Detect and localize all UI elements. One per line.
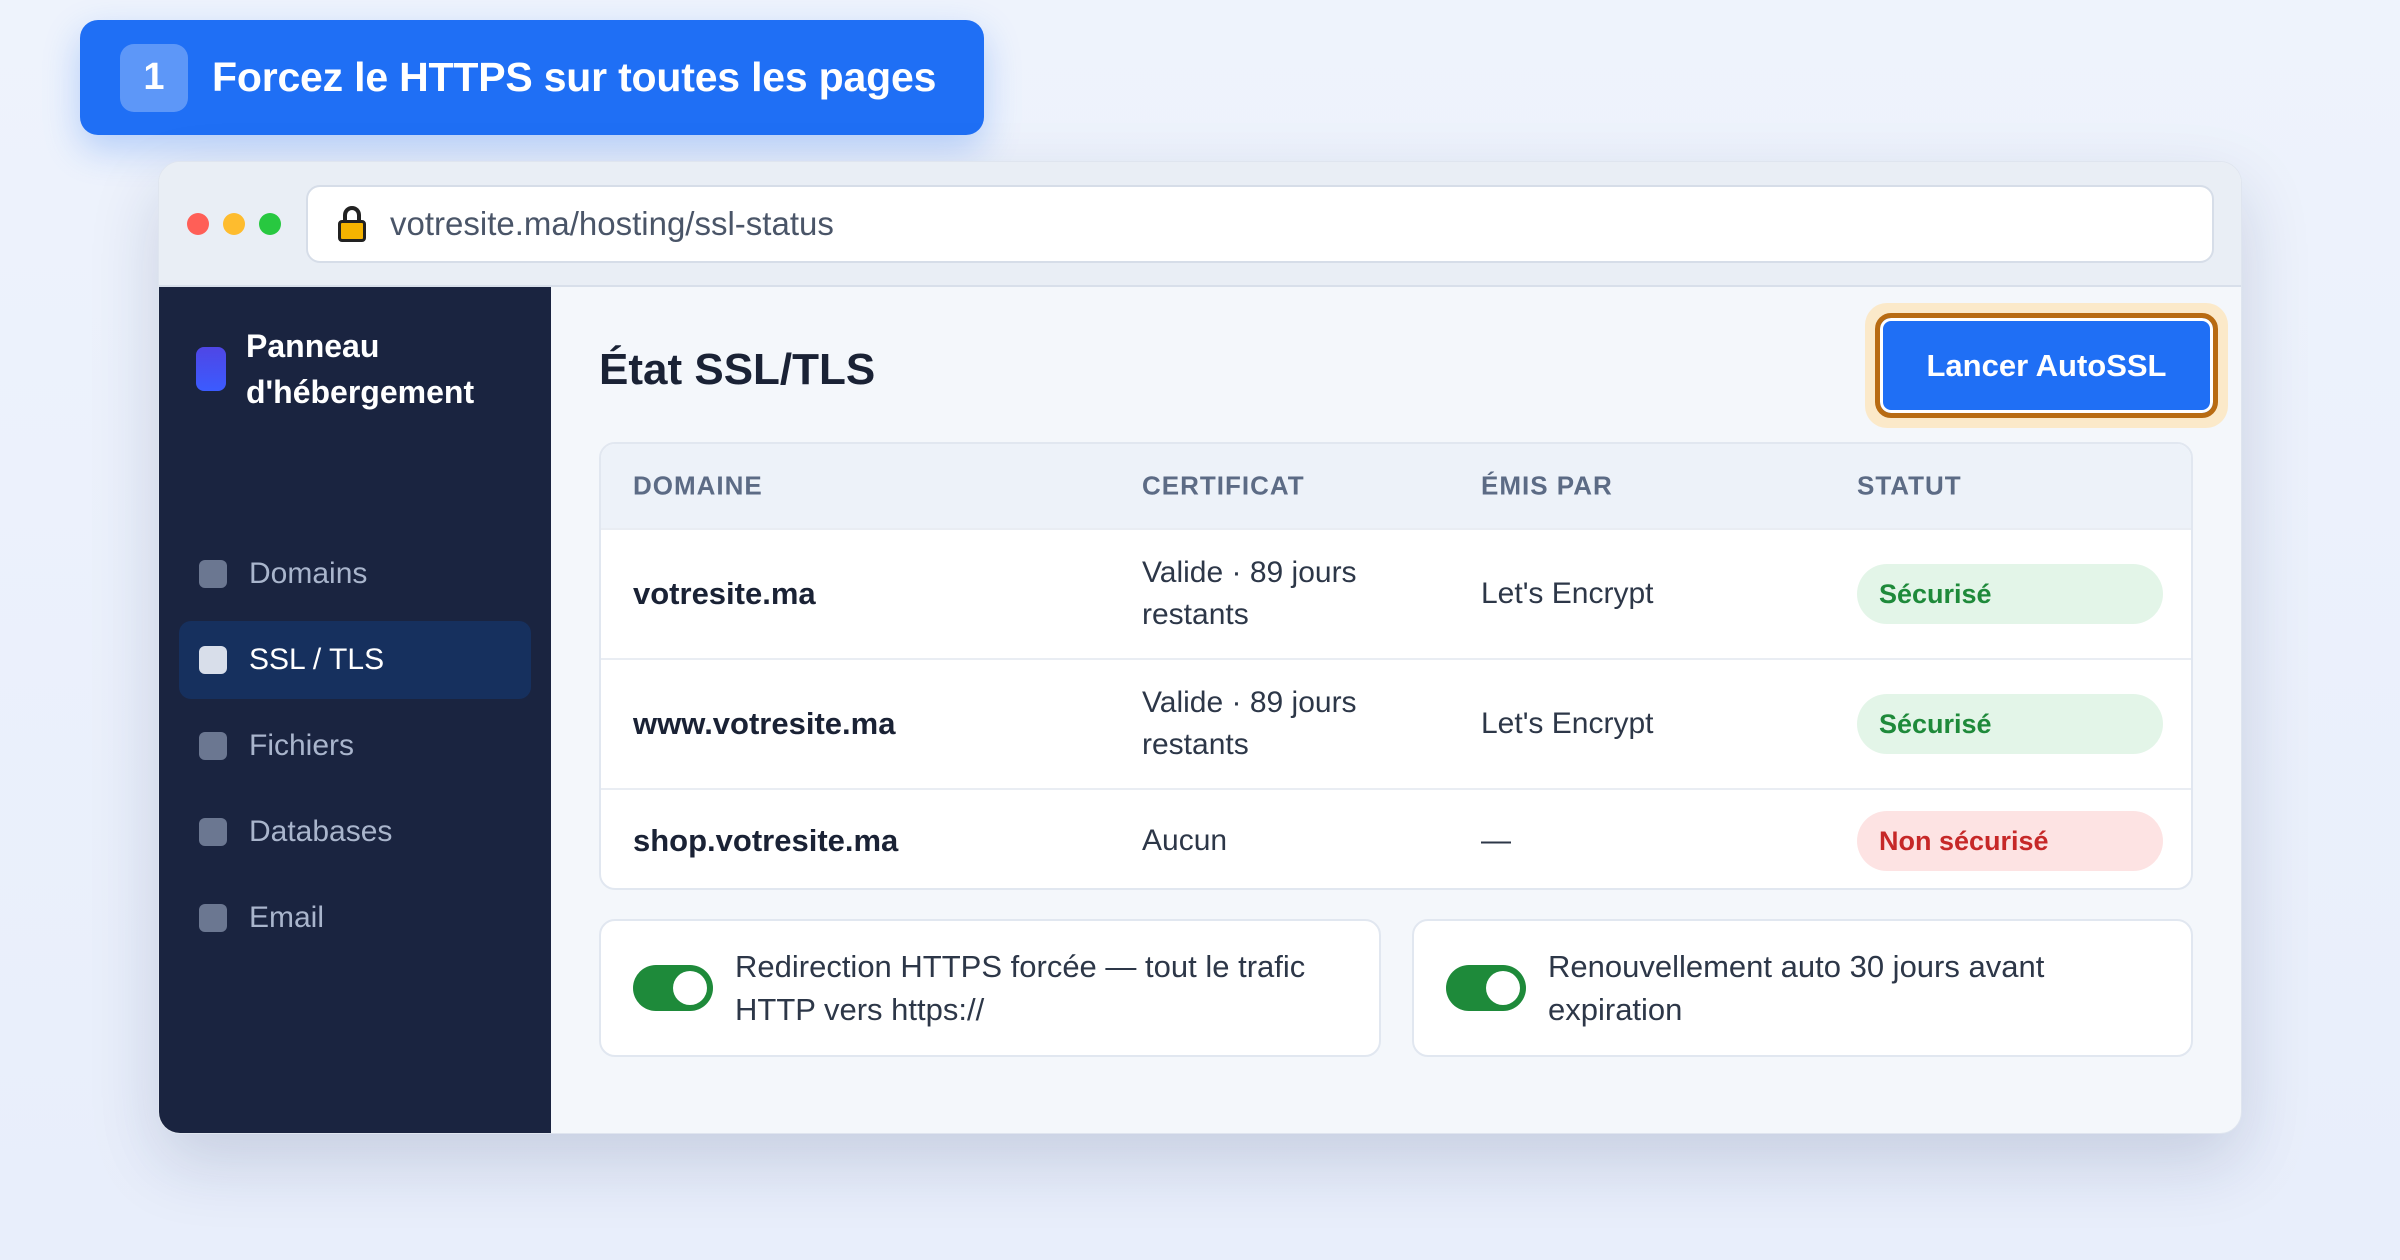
sidebar-item-databases[interactable]: Databases (179, 793, 531, 871)
minimize-window-icon[interactable] (223, 213, 245, 235)
table-row: votresite.ma Valide · 89 jours restants … (601, 528, 2191, 658)
column-header-certificate: CERTIFICAT (1142, 470, 1305, 501)
files-icon (199, 732, 227, 760)
auto-renew-card: Renouvellement auto 30 jours avant expir… (1412, 919, 2193, 1057)
domains-icon (199, 560, 227, 588)
address-bar[interactable]: votresite.ma/hosting/ssl-status (306, 185, 2214, 263)
ssl-icon (199, 646, 227, 674)
issuer-cell: Let's Encrypt (1481, 577, 1654, 610)
ssl-status-table: DOMAINE CERTIFICAT ÉMIS PAR STATUT votre… (599, 442, 2193, 890)
auto-renew-toggle[interactable] (1446, 965, 1526, 1011)
status-badge: Sécurisé (1857, 564, 2163, 624)
maximize-window-icon[interactable] (259, 213, 281, 235)
brand-name: Panneau d'hébergement (246, 328, 475, 410)
main-content: État SSL/TLS Lancer AutoSSL DOMAINE CERT… (551, 287, 2241, 1133)
close-window-icon[interactable] (187, 213, 209, 235)
autossl-highlight: Lancer AutoSSL (1865, 303, 2228, 428)
run-autossl-button[interactable]: Lancer AutoSSL (1875, 313, 2218, 418)
sidebar-item-label: SSL / TLS (249, 643, 385, 676)
auto-renew-label: Renouvellement auto 30 jours avant expir… (1548, 949, 2045, 1027)
status-badge: Non sécurisé (1857, 811, 2163, 871)
https-redirect-toggle[interactable] (633, 965, 713, 1011)
issuer-cell: Let's Encrypt (1481, 707, 1654, 740)
certificate-cell: Valide · 89 jours restants (1142, 686, 1357, 761)
email-icon (199, 904, 227, 932)
step-title: Forcez le HTTPS sur toutes les pages (212, 54, 937, 100)
brand: Panneau d'hébergement (196, 323, 474, 415)
sidebar-item-domains[interactable]: Domains (179, 535, 531, 613)
lock-icon (338, 206, 366, 242)
sidebar-nav: Domains SSL / TLS Fichiers Databases Ema… (179, 535, 531, 965)
browser-titlebar: votresite.ma/hosting/ssl-status (159, 162, 2241, 287)
issuer-cell: — (1481, 824, 1511, 857)
step-banner: 1 Forcez le HTTPS sur toutes les pages (80, 20, 984, 135)
column-header-status: STATUT (1857, 470, 1962, 501)
sidebar-item-label: Email (249, 901, 325, 934)
certificate-cell: Valide · 89 jours restants (1142, 556, 1357, 631)
table-row: shop.votresite.ma Aucun — Non sécurisé (601, 788, 2191, 888)
sidebar-item-label: Domains (249, 557, 368, 590)
domain-cell: votresite.ma (633, 576, 816, 611)
browser-window: votresite.ma/hosting/ssl-status Panneau d… (158, 161, 2242, 1134)
sidebar-item-ssl-tls[interactable]: SSL / TLS (179, 621, 531, 699)
database-icon (199, 818, 227, 846)
column-header-issuer: ÉMIS PAR (1481, 470, 1613, 501)
column-header-domain: DOMAINE (633, 470, 763, 501)
sidebar-item-label: Databases (249, 815, 393, 848)
sidebar-item-email[interactable]: Email (179, 879, 531, 957)
https-redirect-label: Redirection HTTPS forcée — tout le trafi… (735, 949, 1306, 1027)
table-row: www.votresite.ma Valide · 89 jours resta… (601, 658, 2191, 788)
url-text: votresite.ma/hosting/ssl-status (390, 205, 834, 242)
table-header: DOMAINE CERTIFICAT ÉMIS PAR STATUT (601, 444, 2191, 528)
step-number-badge: 1 (120, 43, 188, 112)
status-badge: Sécurisé (1857, 694, 2163, 754)
page-title: État SSL/TLS (599, 345, 876, 394)
domain-cell: shop.votresite.ma (633, 823, 899, 858)
sidebar-item-fichiers[interactable]: Fichiers (179, 707, 531, 785)
sidebar-item-label: Fichiers (249, 729, 355, 762)
https-redirect-card: Redirection HTTPS forcée — tout le trafi… (599, 919, 1381, 1057)
domain-cell: www.votresite.ma (633, 706, 896, 741)
certificate-cell: Aucun (1142, 824, 1228, 857)
brand-logo-icon (196, 347, 226, 391)
sidebar: Panneau d'hébergement Domains SSL / TLS F… (159, 287, 551, 1133)
